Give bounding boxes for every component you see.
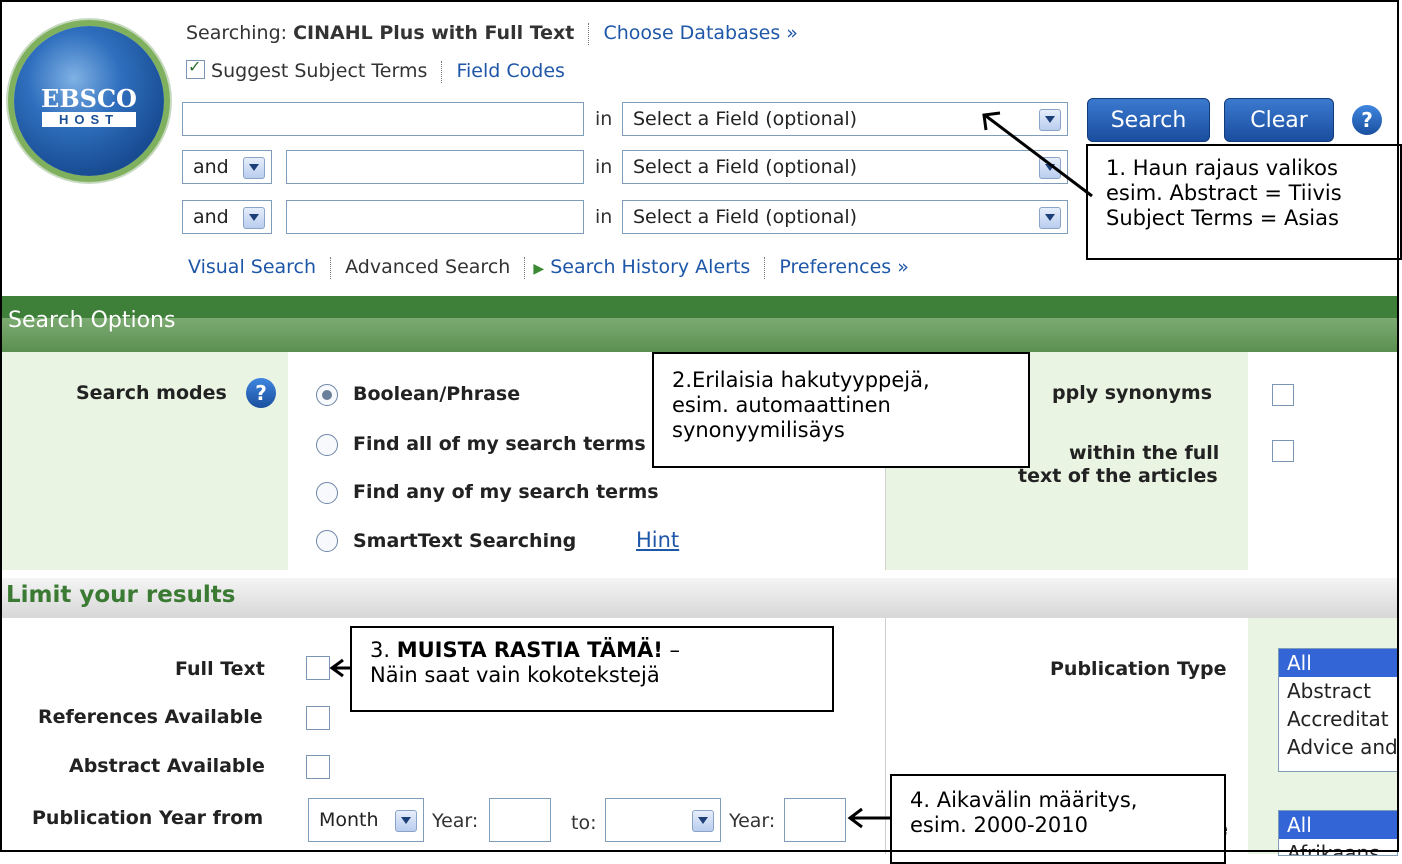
annotation-arrows (329, 111, 1093, 829)
